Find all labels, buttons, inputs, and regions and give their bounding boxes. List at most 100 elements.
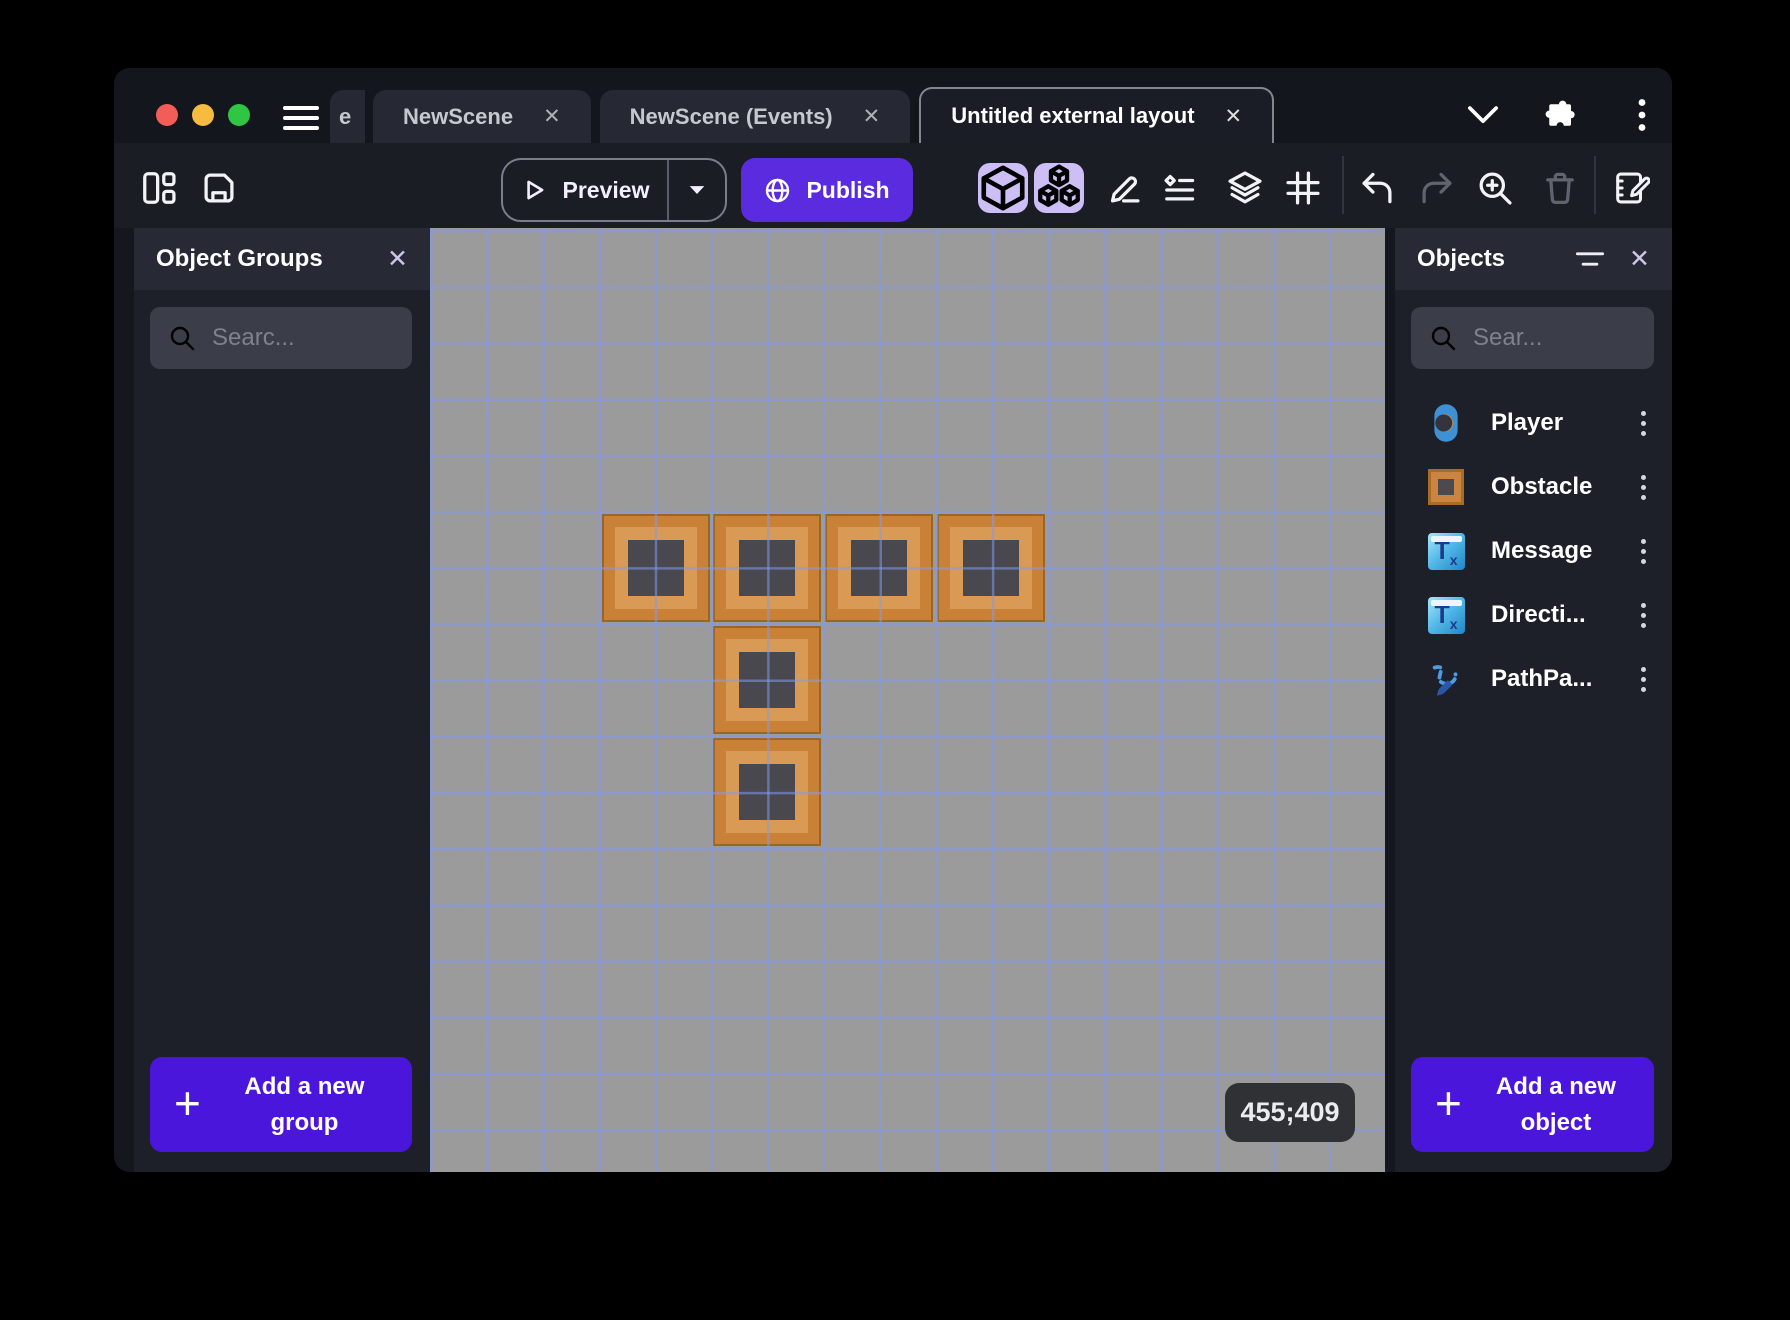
objects-title: Objects (1417, 245, 1506, 272)
tab-label: Untitled external layout (951, 103, 1195, 128)
player-icon (1427, 403, 1465, 443)
object-row-pathpa[interactable]: PathPa... (1395, 647, 1672, 711)
object-groups-search (150, 307, 412, 369)
obstacle-instance[interactable] (713, 514, 821, 622)
titlebar: e NewScene ✕ NewScene (Events) ✕ Untitled ext… (114, 68, 1672, 143)
obstacle-instance[interactable] (825, 514, 933, 622)
tab-newscene-events-[interactable]: NewScene (Events) ✕ (599, 90, 911, 143)
objects-search (1411, 307, 1654, 369)
cube-3d-icon[interactable] (978, 163, 1028, 213)
tab-close-icon[interactable]: ✕ (543, 104, 561, 129)
play-icon (521, 177, 547, 203)
scene-canvas[interactable]: 455;409 (430, 228, 1385, 1172)
kebab-menu-icon[interactable] (1635, 469, 1652, 506)
gdevelop-window: e NewScene ✕ NewScene (Events) ✕ Untitled ext… (114, 68, 1672, 1172)
obstacle-instance[interactable] (713, 626, 821, 734)
add-object-button[interactable]: + Add a new object (1411, 1057, 1654, 1152)
save-icon[interactable] (200, 169, 238, 207)
tab-close-icon[interactable]: ✕ (1225, 104, 1243, 129)
add-group-button[interactable]: + Add a new group (150, 1057, 412, 1152)
text-object-icon: Tx (1427, 531, 1465, 571)
object-row-message[interactable]: Tx Message (1395, 519, 1672, 583)
object-row-directi[interactable]: Tx Directi... (1395, 583, 1672, 647)
globe-icon (764, 177, 791, 204)
screenshot-stage: e NewScene ✕ NewScene (Events) ✕ Untitled ext… (0, 0, 1790, 1320)
objects-header: Objects ✕ (1395, 228, 1672, 290)
tab-bar: e NewScene ✕ NewScene (Events) ✕ Untitled ext… (330, 87, 1283, 143)
dashboard-icon[interactable] (140, 169, 178, 207)
path-edit-icon (1427, 659, 1465, 699)
undo-icon[interactable] (1358, 169, 1396, 207)
object-label: Message (1491, 537, 1593, 564)
plus-icon: + (1435, 1076, 1462, 1129)
object-groups-panel: Object Groups ✕ + Add a new group (134, 228, 430, 1172)
tab-close-icon[interactable]: ✕ (863, 104, 881, 129)
chevron-down-icon[interactable] (1466, 98, 1500, 132)
close-panel-icon[interactable]: ✕ (387, 244, 408, 274)
publish-button[interactable]: Publish (741, 158, 913, 222)
add-group-label-line1: Add a new (244, 1072, 365, 1100)
redo-icon[interactable] (1418, 169, 1456, 207)
tab-untitled-external-layout[interactable]: Untitled external layout ✕ (919, 87, 1275, 143)
obstacle-instance[interactable] (602, 514, 710, 622)
tab-label: NewScene (Events) (629, 103, 833, 129)
zoom-in-icon[interactable] (1476, 169, 1514, 207)
obstacle-icon (1427, 467, 1465, 507)
add-object-label-line1: Add a new (1495, 1072, 1616, 1100)
toolbar-divider (1594, 156, 1596, 214)
add-object-label-line2: object (1520, 1108, 1592, 1136)
objects-list: Player Obstacle Tx Message Tx Directi... PathP… (1395, 391, 1672, 711)
close-panel-icon[interactable]: ✕ (1629, 244, 1650, 274)
object-label: Obstacle (1491, 473, 1593, 500)
tab-label: NewScene (403, 103, 514, 129)
puzzle-extension-icon[interactable] (1542, 98, 1576, 132)
add-group-label-line2: group (270, 1108, 339, 1136)
tab-label: e (339, 103, 352, 129)
layers-icon[interactable] (1226, 169, 1264, 207)
tab-newscene[interactable]: NewScene ✕ (373, 90, 591, 143)
kebab-menu-icon[interactable] (1635, 405, 1652, 442)
objects-search-input[interactable] (1473, 324, 1636, 352)
caret-down-icon (688, 184, 706, 196)
obstacle-instance[interactable] (937, 514, 1045, 622)
close-window-button[interactable] (156, 104, 178, 126)
kebab-menu-icon[interactable] (1635, 597, 1652, 634)
object-row-obstacle[interactable]: Obstacle (1395, 455, 1672, 519)
kebab-menu-icon[interactable] (1635, 533, 1652, 570)
preview-button[interactable]: Preview (501, 158, 727, 222)
preview-label: Preview (562, 176, 650, 203)
cursor-coordinates-badge: 455;409 (1225, 1083, 1355, 1142)
main-menu-icon[interactable] (283, 106, 319, 130)
pencil-edit-icon[interactable] (1106, 169, 1144, 207)
object-groups-title: Object Groups (156, 245, 323, 272)
filter-icon[interactable] (1575, 248, 1605, 270)
toolbar-divider (1342, 156, 1344, 214)
object-label: PathPa... (1491, 665, 1593, 692)
text-object-icon: Tx (1427, 595, 1465, 635)
tab-e[interactable]: e (330, 90, 365, 143)
object-label: Player (1491, 409, 1564, 436)
editor-body: Object Groups ✕ + Add a new group (114, 228, 1672, 1172)
search-icon (1429, 324, 1457, 352)
obstacle-instance[interactable] (713, 738, 821, 846)
kebab-menu-icon[interactable] (1635, 661, 1652, 698)
object-groups-header: Object Groups ✕ (134, 228, 430, 290)
grid-overlay (430, 228, 1385, 1172)
grid-icon[interactable] (1284, 169, 1322, 207)
toolbar: Preview Publish (114, 143, 1672, 228)
cubes-instances-icon[interactable] (1034, 163, 1084, 213)
macos-window-controls (156, 104, 250, 126)
preview-options-button[interactable] (667, 160, 725, 220)
instances-list-icon[interactable] (1160, 169, 1198, 207)
search-icon (168, 324, 196, 352)
kebab-menu-icon[interactable] (1625, 98, 1659, 132)
minimize-window-button[interactable] (192, 104, 214, 126)
maximize-window-button[interactable] (228, 104, 250, 126)
trash-icon[interactable] (1541, 169, 1579, 207)
objects-panel: Objects ✕ Player Obstacle Tx Message Tx Direc… (1395, 228, 1672, 1172)
object-groups-search-input[interactable] (212, 324, 394, 352)
publish-label: Publish (806, 176, 890, 203)
object-label: Directi... (1491, 601, 1586, 628)
edit-events-icon[interactable] (1612, 169, 1651, 207)
object-row-player[interactable]: Player (1395, 391, 1672, 455)
